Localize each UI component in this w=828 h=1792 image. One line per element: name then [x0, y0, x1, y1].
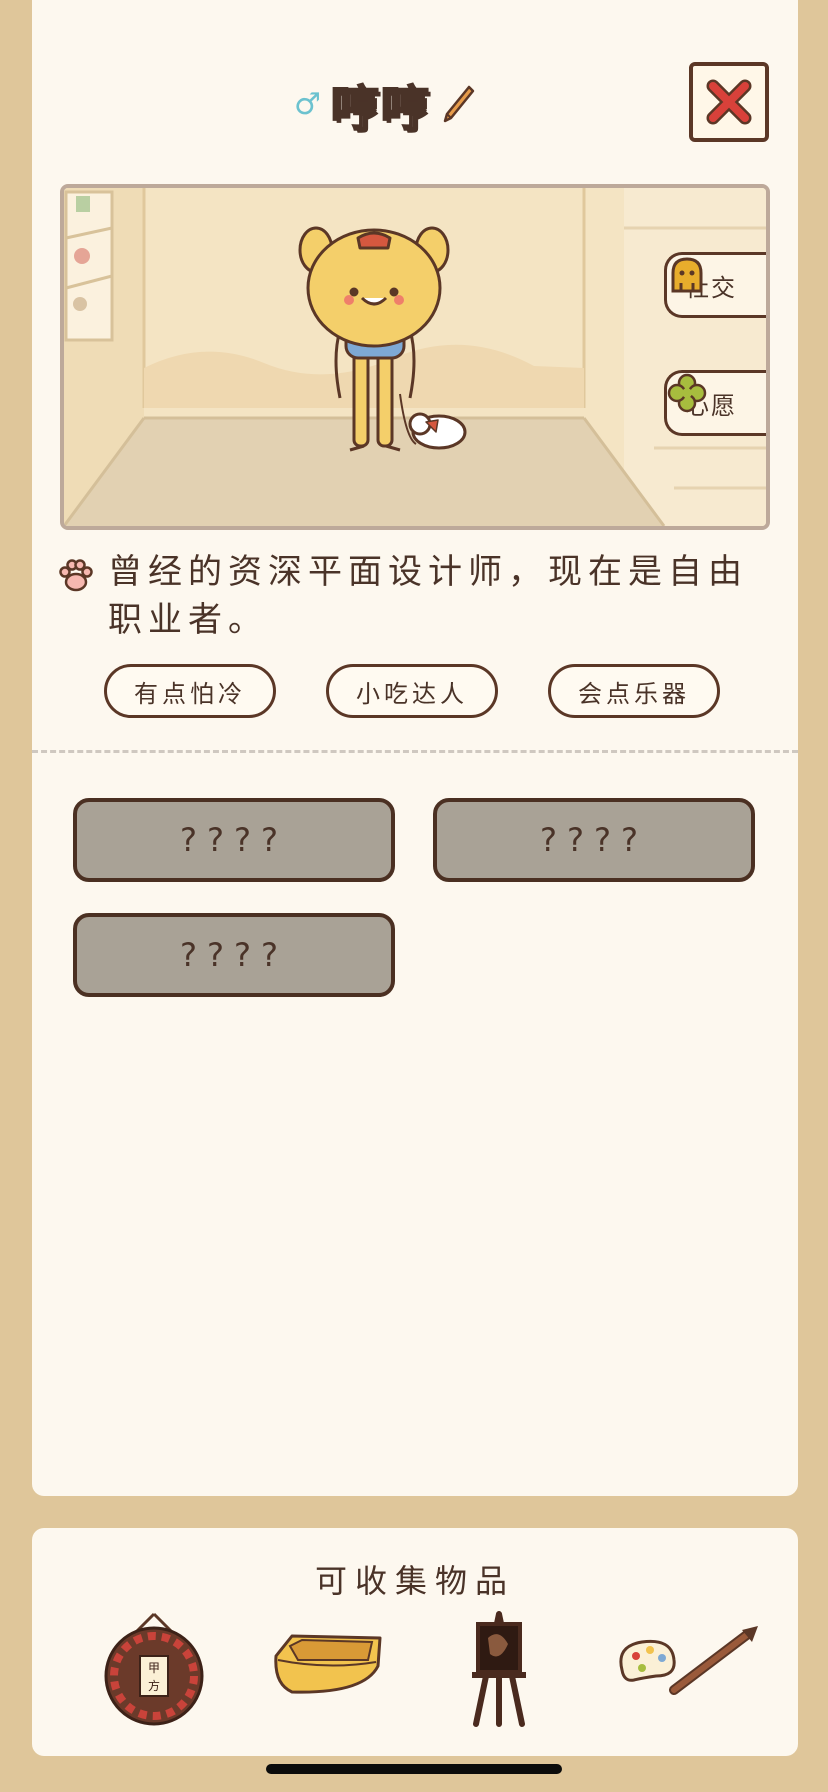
description: 曾经的资深平面设计师，现在是自由职业者。 — [58, 548, 758, 644]
wish-clover-icon — [667, 373, 707, 413]
collectibles-panel: 可收集物品 甲 方 — [32, 1528, 798, 1756]
svg-text:甲: 甲 — [148, 1661, 160, 1675]
title-group: ♂ 哼哼 — [294, 72, 475, 138]
divider — [32, 750, 798, 753]
locked-slot[interactable]: ???? — [73, 798, 395, 882]
wish-button[interactable]: 心愿 — [664, 370, 766, 436]
character-scene: 社交 心愿 — [60, 184, 770, 530]
trait-tag: 会点乐器 — [548, 664, 720, 718]
locked-slot[interactable]: ???? — [73, 913, 395, 997]
home-indicator[interactable] — [266, 1764, 562, 1774]
header: ♂ 哼哼 — [32, 60, 798, 150]
social-button[interactable]: 社交 — [664, 252, 766, 318]
pencil-icon[interactable] — [441, 84, 475, 124]
social-icon — [671, 257, 703, 293]
description-text: 曾经的资深平面设计师，现在是自由职业者。 — [108, 552, 748, 640]
tray-icon[interactable] — [268, 1626, 388, 1710]
palette-brush-icon[interactable] — [612, 1620, 762, 1714]
trait-tags: 有点怕冷 小吃达人 会点乐器 — [32, 664, 798, 718]
close-button[interactable] — [689, 62, 769, 142]
character-card: ♂ 哼哼 社交 心愿 曾经的资深平面设计师，现在是自由职业者。 有点怕冷 小吃达… — [32, 0, 798, 1496]
close-x-icon — [706, 79, 752, 125]
target-sign-icon[interactable]: 甲 方 — [102, 1610, 206, 1730]
paw-icon — [59, 559, 93, 592]
svg-text:方: 方 — [148, 1678, 160, 1693]
character-name: 哼哼 — [330, 80, 431, 138]
room-illustration — [64, 188, 766, 526]
locked-slot[interactable]: ???? — [433, 798, 755, 882]
trait-tag: 有点怕冷 — [104, 664, 276, 718]
male-gender-icon: ♂ — [294, 86, 321, 122]
collectibles-title: 可收集物品 — [314, 1562, 515, 1600]
trait-tag: 小吃达人 — [326, 664, 498, 718]
easel-icon[interactable] — [464, 1608, 534, 1732]
